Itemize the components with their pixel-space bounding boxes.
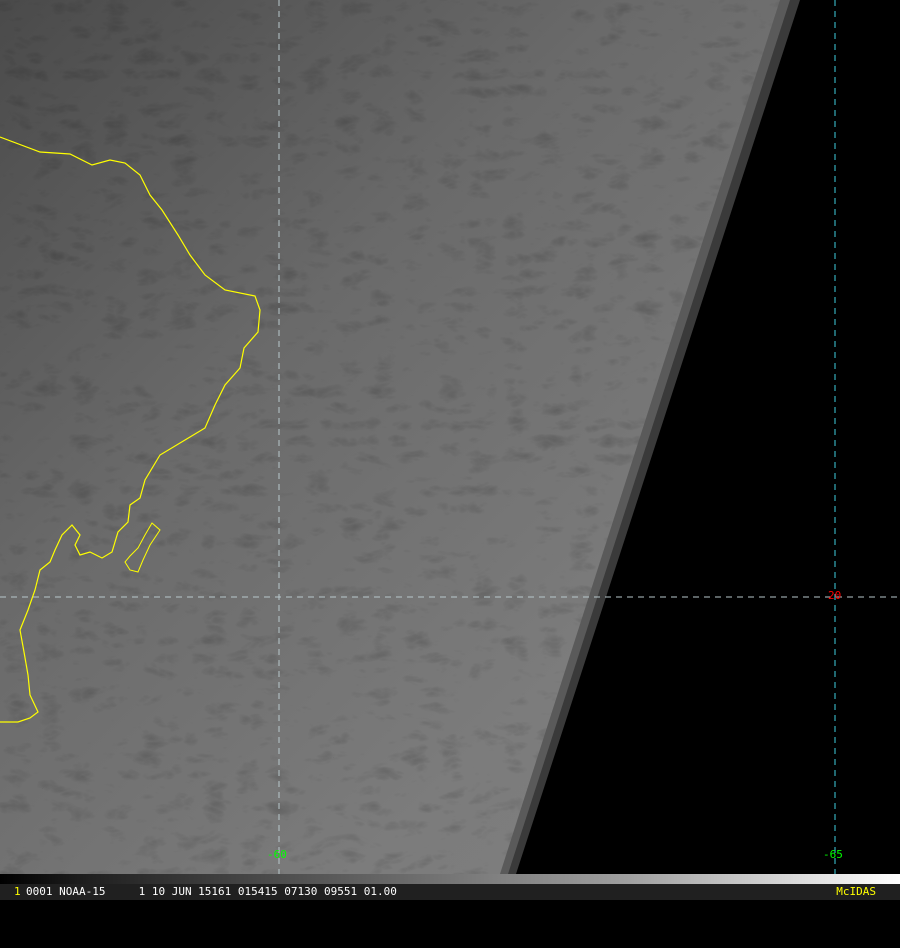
lon-label-65: -65	[823, 848, 843, 861]
satellite-image-viewer: -60 -65 20 1 0001 NOAA-15 1 10 JUN 15161…	[0, 0, 900, 900]
satellite-info: 0001 NOAA-15 1 10 JUN 15161 015415 07130…	[26, 885, 397, 898]
lat-label-20: 20	[828, 589, 842, 602]
grayscale-colorbar	[0, 874, 900, 884]
lon-label-60: -60	[267, 848, 287, 861]
frame-number: 1	[14, 885, 21, 898]
info-bar: 1 0001 NOAA-15 1 10 JUN 15161 015415 071…	[0, 884, 900, 900]
satellite-image	[0, 0, 900, 874]
mcidas-label: McIDAS	[836, 885, 876, 898]
